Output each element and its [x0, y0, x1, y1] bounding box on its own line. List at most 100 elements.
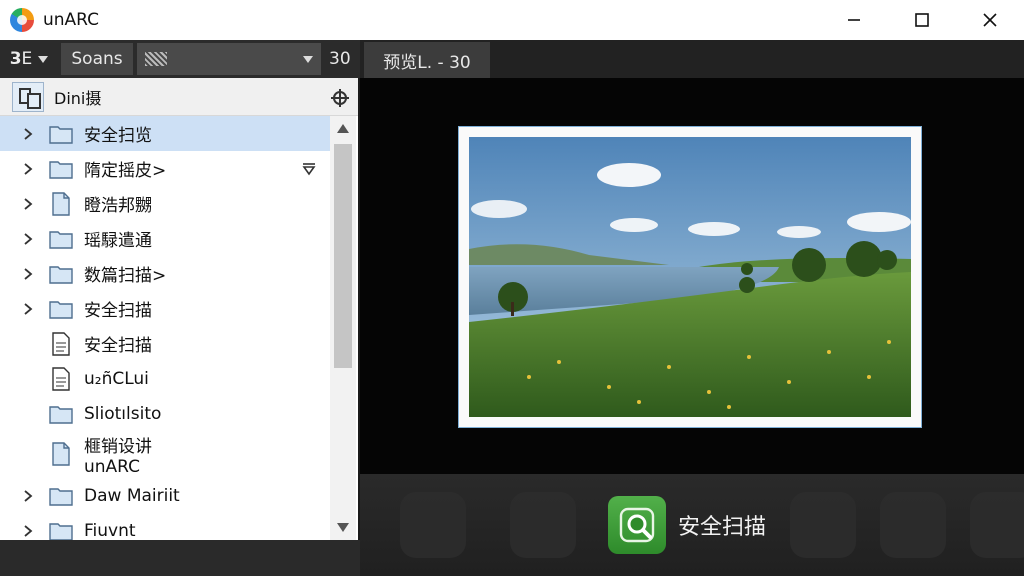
chevron-down-icon: [303, 55, 313, 63]
tree-item-text: 瞪浩邦嬲: [84, 196, 152, 216]
chevron-right-icon[interactable]: [20, 302, 36, 316]
tab-preview[interactable]: 预览L. - 30: [364, 42, 490, 78]
scan-button-label: 安全扫描: [678, 515, 767, 540]
tree-row[interactable]: Daw Mairiit: [0, 478, 330, 513]
tree-row[interactable]: 榧销设讲 unARC: [0, 431, 330, 477]
folder-icon: [48, 297, 74, 321]
tree-row[interactable]: 隋定摇皮>: [0, 151, 330, 186]
document-icon: [48, 366, 74, 391]
chevron-right-icon[interactable]: [20, 162, 36, 176]
tree-item-label: 榧销设讲 unARC: [84, 432, 152, 477]
filter-icon[interactable]: [302, 161, 316, 180]
tree-item-label: u₂ñCLui: [84, 369, 149, 389]
tree-item-label: 瞪浩邦嬲: [84, 191, 152, 216]
tree-row[interactable]: Fiuvnt: [0, 513, 330, 540]
preview-image-frame: [458, 126, 922, 428]
scroll-thumb[interactable]: [334, 144, 352, 368]
scan-magnifier-icon: [608, 496, 666, 554]
window-controls: [820, 0, 1024, 40]
tree-item-text: 隋定摇皮>: [84, 161, 167, 181]
folder-icon: [48, 157, 74, 181]
tree-row[interactable]: 数篇扫描>: [0, 256, 330, 291]
landscape-photo: [469, 137, 911, 417]
folder-icon: [48, 484, 74, 508]
folder-icon: [48, 227, 74, 251]
maximize-button[interactable]: [888, 0, 956, 40]
file-tree: 安全扫览 隋定摇皮> 瞪浩邦嬲 瑶騄遣通 数篇扫描> 安全扫描 安全扫描 u₂ñCLui Sli…: [0, 116, 330, 540]
tree-item-label: 安全扫描: [84, 331, 152, 356]
ghost-icon: [400, 492, 466, 558]
tree-row[interactable]: 安全扫描: [0, 326, 330, 361]
chevron-right-icon[interactable]: [20, 489, 36, 503]
chevron-right-icon[interactable]: [20, 127, 36, 141]
tree-item-text: 数篇扫描>: [84, 266, 167, 286]
tree-row[interactable]: 安全扫描: [0, 291, 330, 326]
sidebar-header: Dini摄: [0, 78, 358, 116]
ghost-icon: [790, 492, 856, 558]
app-logo-icon: [10, 8, 34, 32]
sidebar-title: Dini摄: [54, 88, 102, 108]
tree-row[interactable]: u₂ñCLui: [0, 361, 330, 396]
chevron-right-icon[interactable]: [20, 232, 36, 246]
minimize-button[interactable]: [820, 0, 888, 40]
close-icon: [983, 13, 997, 27]
tree-item-text: 瑶騄遣通: [84, 231, 152, 251]
tree-row[interactable]: 瑶騄遣通: [0, 221, 330, 256]
ghost-icon: [880, 492, 946, 558]
filter-dropdown[interactable]: [137, 43, 321, 75]
tree-item-label: 瑶騄遣通: [84, 226, 152, 251]
view-mode-label: 𝟯E: [9, 49, 33, 69]
tree-item-text: 安全扫描: [84, 301, 152, 321]
preview-image: [469, 137, 911, 417]
sort-button[interactable]: Soans: [61, 43, 133, 75]
folder-icon: [48, 519, 74, 540]
scroll-down-icon[interactable]: [337, 523, 349, 532]
right-toolbar: 预览L. - 30: [360, 40, 1024, 78]
folder-icon: [48, 262, 74, 286]
document-icon: [48, 331, 74, 356]
tree-item-text: 榧销设讲: [84, 436, 152, 457]
pin-icon[interactable]: [330, 88, 350, 108]
tree-item-label: Daw Mairiit: [84, 486, 180, 506]
scroll-up-icon[interactable]: [337, 124, 349, 133]
tree-item-text: 安全扫览: [84, 126, 152, 146]
file-icon: [48, 442, 74, 466]
tree-item-label: 安全扫览: [84, 121, 152, 146]
tree-row[interactable]: Sliotılsito: [0, 396, 330, 431]
tree-item-text: Daw Mairiit: [84, 485, 180, 506]
tree-row[interactable]: 安全扫览: [0, 116, 330, 151]
tree-item-text: 安全扫描: [84, 336, 152, 356]
maximize-icon: [915, 13, 929, 27]
close-button[interactable]: [956, 0, 1024, 40]
ghost-icon: [510, 492, 576, 558]
preview-pane: [360, 78, 1024, 474]
left-status-bar: [0, 540, 360, 576]
tree-item-label: 安全扫描: [84, 296, 152, 321]
action-bar: 安全扫描: [360, 474, 1024, 576]
ghost-icon: [970, 492, 1024, 558]
tree-item-label: Sliotılsito: [84, 404, 161, 424]
chevron-right-icon[interactable]: [20, 524, 36, 538]
tree-row[interactable]: 瞪浩邦嬲: [0, 186, 330, 221]
tree-item-label: 数篇扫描>: [84, 261, 166, 286]
folder-icon: [48, 402, 74, 426]
folder-icon: [48, 122, 74, 146]
security-scan-button[interactable]: 安全扫描: [608, 496, 766, 554]
tree-item-label: Fiuvnt: [84, 521, 136, 541]
tree-item-sublabel: unARC: [84, 456, 141, 477]
chevron-right-icon[interactable]: [20, 267, 36, 281]
filter-pattern-icon: [145, 52, 167, 66]
title-bar: unARC: [0, 0, 1024, 40]
tree-item-text: Sliotılsito: [84, 403, 162, 424]
app-title: unARC: [43, 10, 100, 30]
tree-view-icon[interactable]: [12, 81, 44, 112]
view-mode-dropdown[interactable]: 𝟯E: [0, 40, 58, 78]
chevron-right-icon[interactable]: [20, 197, 36, 211]
file-icon: [48, 191, 74, 216]
tree-item-text: Fiuvnt: [84, 520, 136, 541]
chevron-down-icon: [38, 55, 49, 63]
sidebar-scrollbar[interactable]: [330, 116, 356, 540]
minimize-icon: [848, 19, 860, 21]
tree-item-text: u₂ñCLui: [84, 368, 149, 389]
sidebar: Dini摄 安全扫览 隋定摇皮> 瞪浩邦嬲 瑶騄遣通 数篇扫描> 安全扫描 安全扫描 u₂ñC…: [0, 78, 358, 540]
